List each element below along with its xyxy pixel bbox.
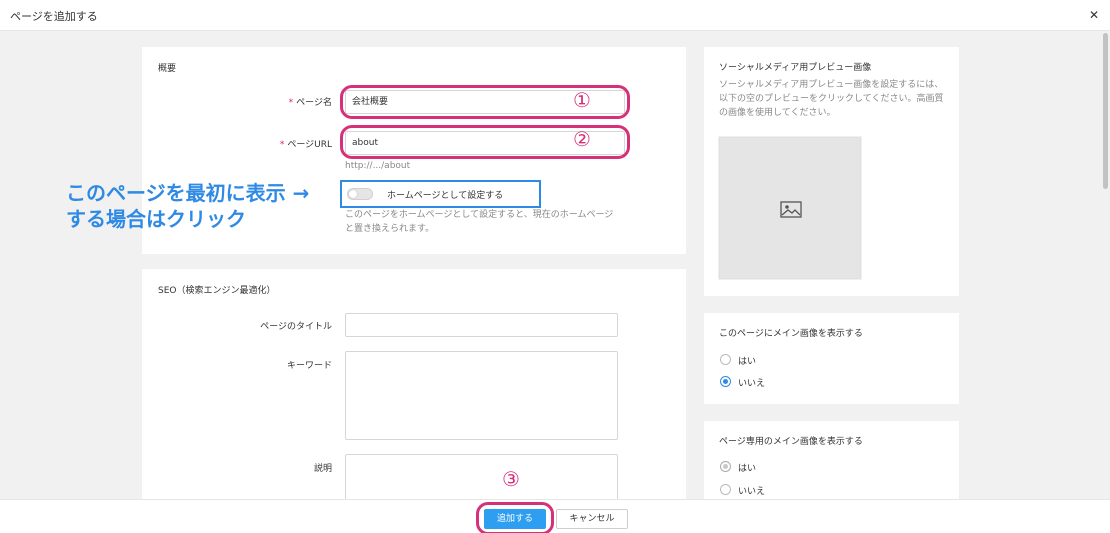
homepage-hint: このページをホームページとして設定すると、現在のホームページと置き換えられます。 — [345, 210, 614, 234]
main-image-no-label[interactable]: いいえ — [738, 376, 765, 389]
page-name-label: * ページ名 — [202, 95, 332, 108]
page-title-input[interactable] — [345, 313, 618, 337]
annotation-line-1: このページを最初に表示 → — [66, 181, 310, 205]
dialog-titlebar: ページを追加する ✕ — [0, 0, 1110, 31]
keywords-label: キーワード — [286, 361, 332, 371]
annotation-line-2: する場合はクリック — [66, 207, 246, 231]
page-url-label-text: ページURL — [287, 140, 332, 150]
annotation-number-1: ① — [573, 88, 591, 112]
description-label: 説明 — [313, 464, 332, 474]
annotation-number-3: ③ — [502, 467, 520, 491]
overview-title: 概要 — [158, 64, 177, 74]
dialog-content: 概要 * ページ名 会社概要 * ページURL about http://.../a… — [0, 31, 1110, 499]
annotation-toggle-box — [340, 180, 541, 208]
dialog-title: ページを追加する — [10, 10, 98, 23]
social-preview-title: ソーシャルメディア用プレビュー画像 — [719, 63, 872, 73]
social-preview-description: ソーシャルメディア用プレビュー画像を設定するには、以下の空のプレビューをクリック… — [719, 80, 944, 118]
page-main-image-card: ページ専用のメイン画像を表示する はい いいえ — [704, 421, 959, 499]
page-main-image-no-radio[interactable] — [720, 484, 731, 495]
dialog-footer: 追加する キャンセル — [0, 499, 1110, 533]
page-name-label-text: ページ名 — [296, 98, 332, 108]
main-image-yes-radio[interactable] — [720, 354, 731, 365]
page-main-image-title: ページ専用のメイン画像を表示する — [719, 437, 863, 447]
url-preview: http://.../about — [345, 161, 411, 171]
annotation-number-2: ② — [573, 127, 591, 151]
description-input[interactable] — [345, 454, 618, 499]
image-icon — [780, 201, 802, 218]
cancel-button[interactable]: キャンセル — [556, 509, 628, 529]
page-main-image-yes-radio[interactable] — [720, 461, 731, 472]
annotation-text: このページを最初に表示 → する場合はクリック — [66, 180, 309, 232]
required-mark: * — [279, 140, 285, 150]
page-title-label: ページのタイトル — [260, 322, 332, 332]
page-url-label: * ページURL — [202, 137, 332, 150]
scrollbar[interactable] — [1101, 31, 1110, 499]
main-image-no-radio[interactable] — [720, 376, 731, 387]
close-icon[interactable]: ✕ — [1087, 8, 1101, 22]
scrollbar-thumb[interactable] — [1103, 33, 1108, 189]
page-main-image-no-label[interactable]: いいえ — [738, 484, 765, 497]
annotation-ring-3 — [476, 502, 554, 533]
keywords-input[interactable] — [345, 351, 618, 440]
page-main-image-yes-label[interactable]: はい — [738, 461, 756, 474]
social-preview-card: ソーシャルメディア用プレビュー画像 ソーシャルメディア用プレビュー画像を設定する… — [704, 47, 959, 296]
add-page-dialog: ページを追加する ✕ 概要 * ページ名 会社概要 * ページURL about h… — [0, 0, 1110, 533]
social-preview-image[interactable] — [719, 137, 861, 279]
main-image-yes-label[interactable]: はい — [738, 354, 756, 367]
seo-title: SEO（検索エンジン最適化） — [158, 286, 276, 296]
required-mark: * — [288, 98, 294, 108]
seo-card: SEO（検索エンジン最適化） ページのタイトル キーワード 説明 — [142, 269, 686, 499]
main-image-card: このページにメイン画像を表示する はい いいえ — [704, 313, 959, 404]
main-image-title: このページにメイン画像を表示する — [719, 329, 863, 339]
